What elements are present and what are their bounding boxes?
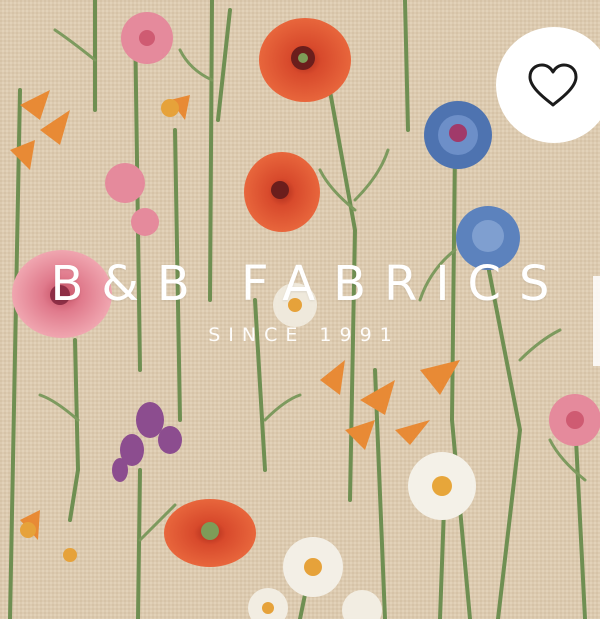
daisy-bottom — [283, 537, 343, 597]
blue-cornflower-mid — [456, 206, 520, 270]
red-poppy-top — [259, 18, 351, 102]
daisy-right — [408, 452, 476, 520]
edge-mark — [593, 276, 600, 366]
red-poppy-bottom — [164, 499, 256, 567]
red-poppy-mid — [244, 152, 320, 232]
favorite-button[interactable] — [496, 27, 600, 143]
heart-outline-icon — [528, 63, 578, 107]
blue-cornflower-top — [424, 101, 492, 169]
pink-poppy — [12, 250, 112, 338]
